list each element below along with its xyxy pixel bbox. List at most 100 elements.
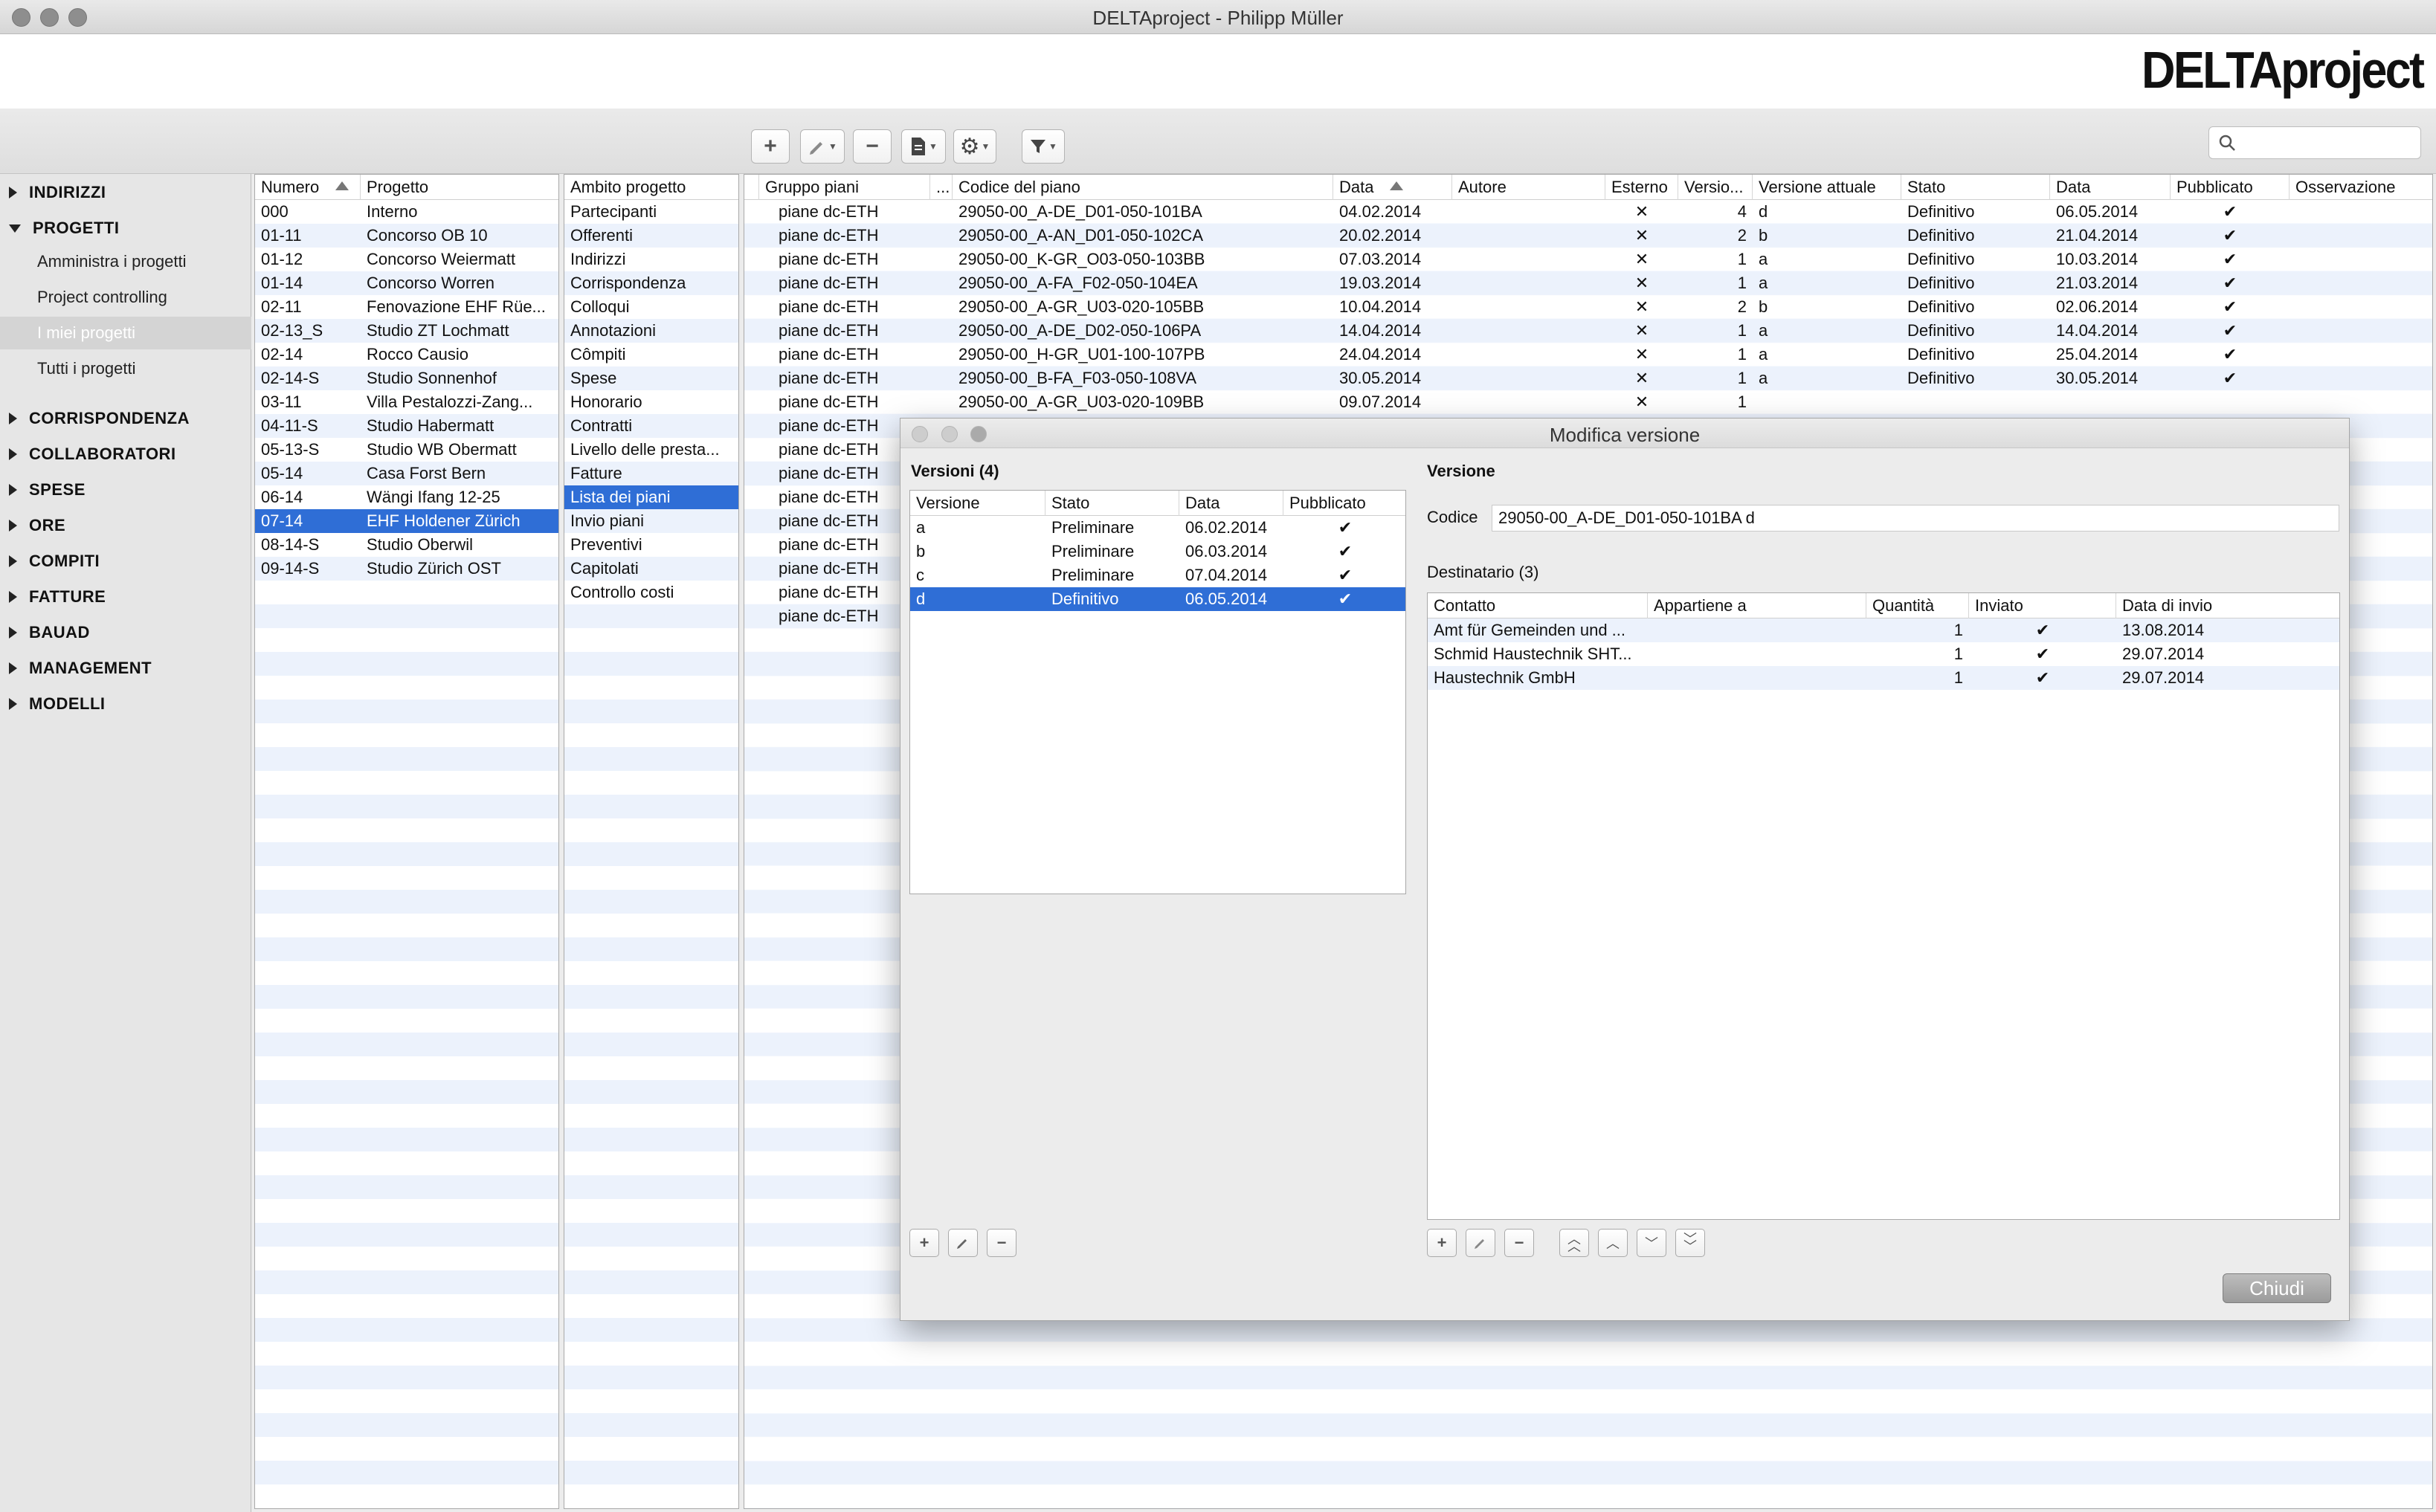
column-header-contatto[interactable]: Contatto <box>1428 593 1648 618</box>
scope-row[interactable]: Contratti <box>564 414 738 438</box>
move-up-button[interactable]: ︿ <box>1598 1229 1628 1257</box>
scope-row[interactable]: Preventivi <box>564 533 738 557</box>
project-row[interactable]: 02-14-S Studio Sonnenhof <box>255 366 558 390</box>
sidebar-section-progetti[interactable]: PROGETTI <box>9 216 119 241</box>
edit-version-button[interactable] <box>948 1229 978 1257</box>
project-row[interactable]: 01-14 Concorso Worren <box>255 271 558 295</box>
plan-row[interactable]: piane dc-ETH 29050-00_A-DE_D01-050-101BA 0… <box>744 200 2432 224</box>
sidebar-section-management[interactable]: MANAGEMENT <box>9 656 152 681</box>
project-row[interactable]: 09-14-S Studio Zürich OST <box>255 557 558 581</box>
plan-row[interactable]: piane dc-ETH 29050-00_A-GR_U03-020-105BB 1… <box>744 295 2432 319</box>
column-header-osservazione[interactable]: Osservazione <box>2290 175 2432 200</box>
project-row[interactable]: 000 Interno <box>255 200 558 224</box>
settings-menu-button[interactable]: ⚙ ▼ <box>953 129 996 164</box>
scope-row[interactable]: Offerenti <box>564 224 738 248</box>
column-header-codice-piano[interactable]: Codice del piano <box>953 175 1333 200</box>
column-header-data-stato[interactable]: Data <box>2050 175 2171 200</box>
plan-row[interactable]: piane dc-ETH 29050-00_K-GR_O03-050-103BB 0… <box>744 248 2432 271</box>
sidebar-item-project-controlling[interactable]: Project controlling <box>0 281 251 314</box>
remove-version-button[interactable]: − <box>987 1229 1016 1257</box>
add-button[interactable]: + <box>751 129 790 164</box>
sidebar-item-amministra-progetti[interactable]: Amministra i progetti <box>0 245 251 278</box>
column-header-versione-attuale[interactable]: Versione attuale <box>1753 175 1901 200</box>
plan-row[interactable]: piane dc-ETH 29050-00_H-GR_U01-100-107PB 2… <box>744 343 2432 366</box>
close-dialog-button[interactable]: Chiudi <box>2223 1273 2331 1303</box>
sidebar-section-indirizzi[interactable]: INDIRIZZI <box>9 180 106 205</box>
column-header-stato[interactable]: Stato <box>1045 491 1179 516</box>
version-row[interactable]: b Preliminare 06.03.2014 ✔ <box>910 540 1405 563</box>
sidebar-section-fatture[interactable]: FATTURE <box>9 584 106 610</box>
scope-row[interactable]: Invio piani <box>564 509 738 533</box>
sidebar-section-spese[interactable]: SPESE <box>9 477 86 503</box>
column-header-esterno[interactable]: Esterno <box>1605 175 1678 200</box>
sidebar-section-bauad[interactable]: BAUAD <box>9 620 90 645</box>
project-row[interactable]: 01-12 Concorso Weiermatt <box>255 248 558 271</box>
column-header-data[interactable]: Data <box>1179 491 1283 516</box>
document-menu-button[interactable]: ▼ <box>901 129 946 164</box>
search-field[interactable] <box>2208 126 2421 159</box>
recipient-row[interactable]: Amt für Gemeinden und ... 1 ✔ 13.08.2014 <box>1428 618 2339 642</box>
scope-row[interactable]: Spese <box>564 366 738 390</box>
scope-row[interactable]: Corrispondenza <box>564 271 738 295</box>
column-header-gruppo-piani[interactable]: Gruppo piani <box>759 175 930 200</box>
scope-row[interactable]: Livello delle presta... <box>564 438 738 462</box>
column-header-inviato[interactable]: Inviato <box>1969 593 2116 618</box>
move-to-top-button[interactable]: ︿ ︿ <box>1559 1229 1589 1257</box>
plan-row[interactable]: piane dc-ETH 29050-00_A-DE_D02-050-106PA 1… <box>744 319 2432 343</box>
sidebar-item-miei-progetti[interactable]: I miei progetti <box>0 317 251 349</box>
filter-menu-button[interactable]: ▼ <box>1022 129 1065 164</box>
project-row[interactable]: 06-14 Wängi Ifang 12-25 <box>255 485 558 509</box>
recipient-row[interactable]: Schmid Haustechnik SHT... 1 ✔ 29.07.2014 <box>1428 642 2339 666</box>
column-header-progetto[interactable]: Progetto <box>361 175 558 200</box>
scope-row[interactable]: Indirizzi <box>564 248 738 271</box>
column-header-versioni[interactable]: Versio... <box>1678 175 1753 200</box>
column-header-data-invio[interactable]: Data di invio <box>2116 593 2339 618</box>
edit-recipient-button[interactable] <box>1466 1229 1495 1257</box>
remove-button[interactable]: − <box>853 129 892 164</box>
recipient-row[interactable]: Haustechnik GmbH 1 ✔ 29.07.2014 <box>1428 666 2339 690</box>
project-row[interactable]: 08-14-S Studio Oberwil <box>255 533 558 557</box>
scope-row[interactable]: Annotazioni <box>564 319 738 343</box>
plan-row[interactable]: piane dc-ETH 29050-00_A-AN_D01-050-102CA 2… <box>744 224 2432 248</box>
scope-row[interactable]: Fatture <box>564 462 738 485</box>
column-header-quantita[interactable]: Quantità <box>1866 593 1969 618</box>
version-row[interactable]: a Preliminare 06.02.2014 ✔ <box>910 516 1405 540</box>
project-row[interactable]: 07-14 EHF Holdener Zürich <box>255 509 558 533</box>
sidebar-section-corrispondenza[interactable]: CORRISPONDENZA <box>9 406 190 431</box>
version-row[interactable]: d Definitivo 06.05.2014 ✔ <box>910 587 1405 611</box>
search-input[interactable] <box>2243 132 2413 154</box>
scope-row[interactable]: Colloqui <box>564 295 738 319</box>
column-header-ambito-progetto[interactable]: Ambito progetto <box>564 175 738 200</box>
column-header-stato[interactable]: Stato <box>1901 175 2050 200</box>
project-row[interactable]: 02-11 Fenovazione EHF Rüe... <box>255 295 558 319</box>
project-row[interactable]: 01-11 Concorso OB 10 <box>255 224 558 248</box>
scope-row[interactable]: Controllo costi <box>564 581 738 604</box>
add-version-button[interactable]: + <box>909 1229 939 1257</box>
sidebar-section-modelli[interactable]: MODELLI <box>9 691 106 717</box>
edit-menu-button[interactable]: ▼ <box>800 129 845 164</box>
sidebar-section-compiti[interactable]: COMPITI <box>9 549 100 574</box>
scope-row[interactable]: Honorario <box>564 390 738 414</box>
plan-row[interactable]: piane dc-ETH 29050-00_A-FA_F02-050-104EA 1… <box>744 271 2432 295</box>
plan-row[interactable]: piane dc-ETH 29050-00_A-GR_U03-020-109BB 0… <box>744 390 2432 414</box>
sidebar-section-collaboratori[interactable]: COLLABORATORI <box>9 442 176 467</box>
column-header-appartiene-a[interactable]: Appartiene a <box>1648 593 1866 618</box>
column-header-pubblicato[interactable]: Pubblicato <box>2171 175 2290 200</box>
column-header-more[interactable]: ... <box>930 175 953 200</box>
project-row[interactable]: 04-11-S Studio Habermatt <box>255 414 558 438</box>
column-header-autore[interactable]: Autore <box>1452 175 1605 200</box>
add-recipient-button[interactable]: + <box>1427 1229 1457 1257</box>
project-row[interactable]: 03-11 Villa Pestalozzi-Zang... <box>255 390 558 414</box>
plan-row[interactable]: piane dc-ETH 29050-00_B-FA_F03-050-108VA 3… <box>744 366 2432 390</box>
column-header-data[interactable]: Data <box>1333 175 1452 200</box>
scope-row[interactable]: Capitolati <box>564 557 738 581</box>
project-row[interactable]: 02-14 Rocco Causio <box>255 343 558 366</box>
project-row[interactable]: 05-14 Casa Forst Bern <box>255 462 558 485</box>
move-down-button[interactable]: ﹀ <box>1637 1229 1666 1257</box>
column-header-versione[interactable]: Versione <box>910 491 1045 516</box>
column-header-pubblicato[interactable]: Pubblicato <box>1283 491 1405 516</box>
project-row[interactable]: 02-13_S Studio ZT Lochmatt <box>255 319 558 343</box>
version-row[interactable]: c Preliminare 07.04.2014 ✔ <box>910 563 1405 587</box>
sidebar-item-tutti-progetti[interactable]: Tutti i progetti <box>0 352 251 385</box>
scope-row[interactable]: Partecipanti <box>564 200 738 224</box>
